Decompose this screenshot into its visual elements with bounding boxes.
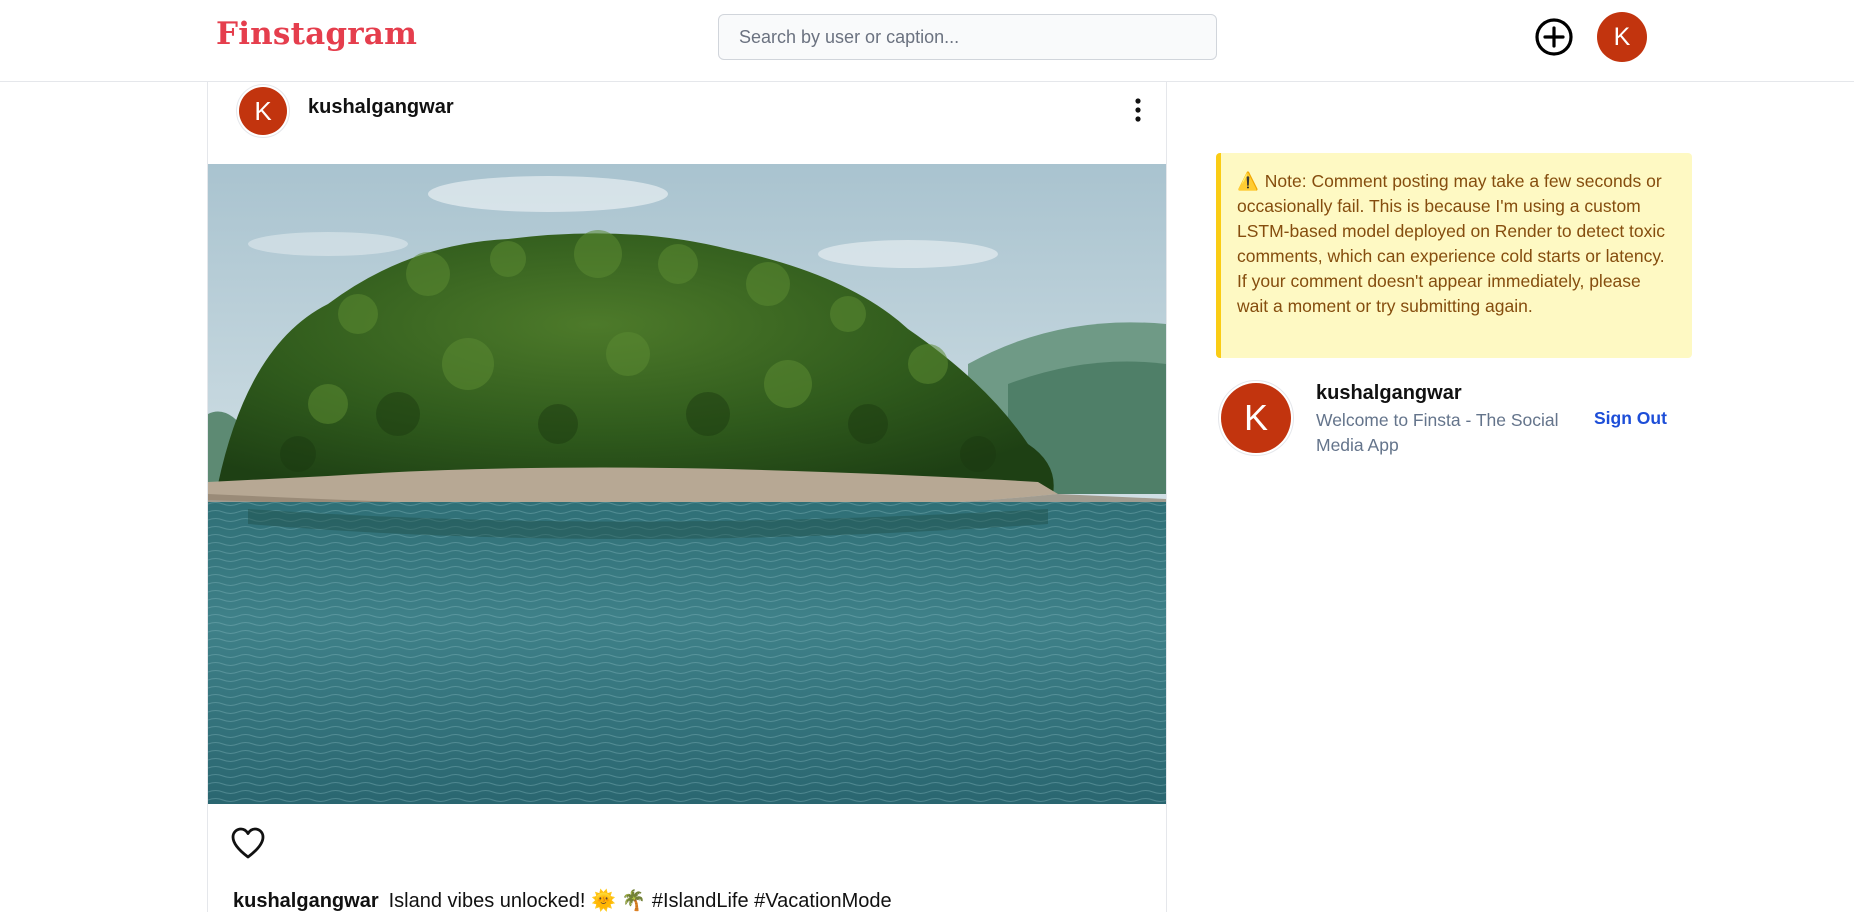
top-header: Finstagram K <box>0 0 1854 82</box>
post-card: K kushalgangwar kushalgangwar Island vib… <box>207 82 1167 912</box>
header-avatar[interactable]: K <box>1597 12 1647 62</box>
profile-card: K kushalgangwar Welcome to Finsta - The … <box>1216 378 1692 458</box>
profile-username[interactable]: kushalgangwar <box>1316 382 1462 405</box>
notice-text: Note: Comment posting may take a few sec… <box>1237 171 1666 316</box>
comment-notice: ⚠️ Note: Comment posting may take a few s… <box>1216 153 1692 358</box>
plus-circle-icon <box>1535 18 1573 56</box>
like-button[interactable] <box>230 826 266 860</box>
post-username[interactable]: kushalgangwar <box>308 96 454 119</box>
profile-avatar-initial: K <box>1221 383 1291 453</box>
caption-text: Island vibes unlocked! 🌞 🌴 #IslandLife #… <box>388 890 892 912</box>
profile-subtitle: Welcome to Finsta - The Social Media App <box>1316 410 1559 455</box>
heart-icon <box>231 827 265 859</box>
add-post-button[interactable] <box>1534 17 1574 57</box>
profile-avatar[interactable]: K <box>1218 380 1294 456</box>
search-input[interactable] <box>718 14 1217 60</box>
post-avatar[interactable]: K <box>236 84 290 138</box>
sign-out-button[interactable]: Sign Out <box>1594 408 1667 429</box>
caption-username[interactable]: kushalgangwar <box>233 890 379 912</box>
warning-icon: ⚠️ <box>1237 171 1259 191</box>
post-menu-button[interactable] <box>1128 96 1148 124</box>
post-caption: kushalgangwar Island vibes unlocked! 🌞 🌴 … <box>233 888 892 913</box>
post-avatar-initial: K <box>239 87 287 135</box>
kebab-menu-icon <box>1135 98 1141 122</box>
app-logo[interactable]: Finstagram <box>216 16 417 52</box>
post-image[interactable] <box>208 164 1166 804</box>
